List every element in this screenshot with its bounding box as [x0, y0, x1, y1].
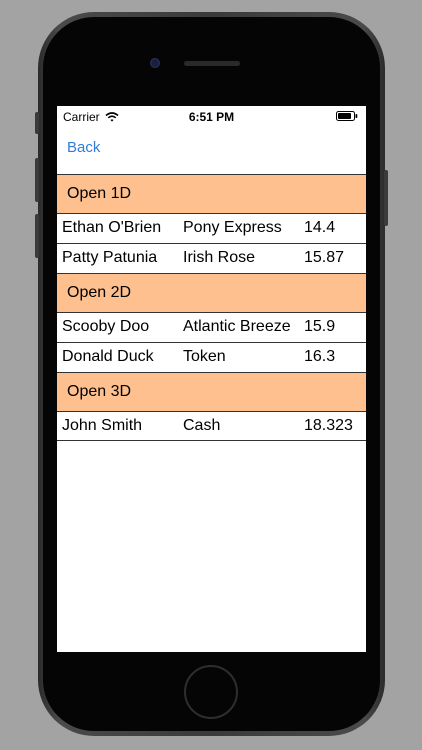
- power-button: [384, 170, 388, 226]
- rider-name: Patty Patunia: [62, 249, 158, 266]
- horse-name: Cash: [183, 417, 221, 434]
- home-button[interactable]: [184, 665, 238, 719]
- battery-icon: [336, 111, 358, 121]
- rider-name: Ethan O'Brien: [62, 219, 162, 236]
- horse-name: Pony Express: [183, 219, 282, 236]
- section-title: Open 3D: [67, 383, 132, 400]
- run-time: 15.87: [304, 249, 345, 266]
- results-table: Open 1D Ethan O'Brien Pony Express 14.4 …: [57, 174, 366, 441]
- rider-name: Donald Duck: [62, 348, 154, 365]
- horse-name: Token: [183, 348, 226, 365]
- run-time: 18.323: [304, 417, 353, 434]
- section-header: Open 1D: [57, 174, 366, 213]
- section-title: Open 2D: [67, 284, 132, 301]
- back-button[interactable]: Back: [67, 139, 100, 156]
- table-row[interactable]: Patty Patunia Irish Rose 15.87: [57, 243, 366, 273]
- section-header: Open 3D: [57, 372, 366, 411]
- horse-name: Atlantic Breeze: [183, 318, 291, 335]
- section-title: Open 1D: [67, 185, 132, 202]
- table-row[interactable]: John Smith Cash 18.323: [57, 411, 366, 441]
- earpiece-speaker: [184, 61, 240, 66]
- run-time: 16.3: [304, 348, 336, 365]
- volume-down-button: [35, 214, 39, 258]
- front-camera-icon: [150, 58, 160, 68]
- rider-name: John Smith: [62, 417, 143, 434]
- run-time: 15.9: [304, 318, 336, 335]
- status-bar: Carrier 6:51 PM: [57, 106, 366, 126]
- volume-up-button: [35, 158, 39, 202]
- section-header: Open 2D: [57, 273, 366, 312]
- status-time: 6:51 PM: [188, 110, 235, 124]
- navigation-bar: Back: [57, 126, 366, 174]
- table-row[interactable]: Ethan O'Brien Pony Express 14.4: [57, 213, 366, 243]
- app-screen: Carrier 6:51 PM Back Open 1D Ethan O'Bri…: [57, 106, 366, 652]
- rider-name: Scooby Doo: [62, 318, 150, 335]
- table-row[interactable]: Donald Duck Token 16.3: [57, 342, 366, 372]
- mute-switch: [35, 112, 39, 134]
- table-row[interactable]: Scooby Doo Atlantic Breeze 15.9: [57, 312, 366, 342]
- horse-name: Irish Rose: [183, 249, 256, 266]
- run-time: 14.4: [304, 219, 336, 236]
